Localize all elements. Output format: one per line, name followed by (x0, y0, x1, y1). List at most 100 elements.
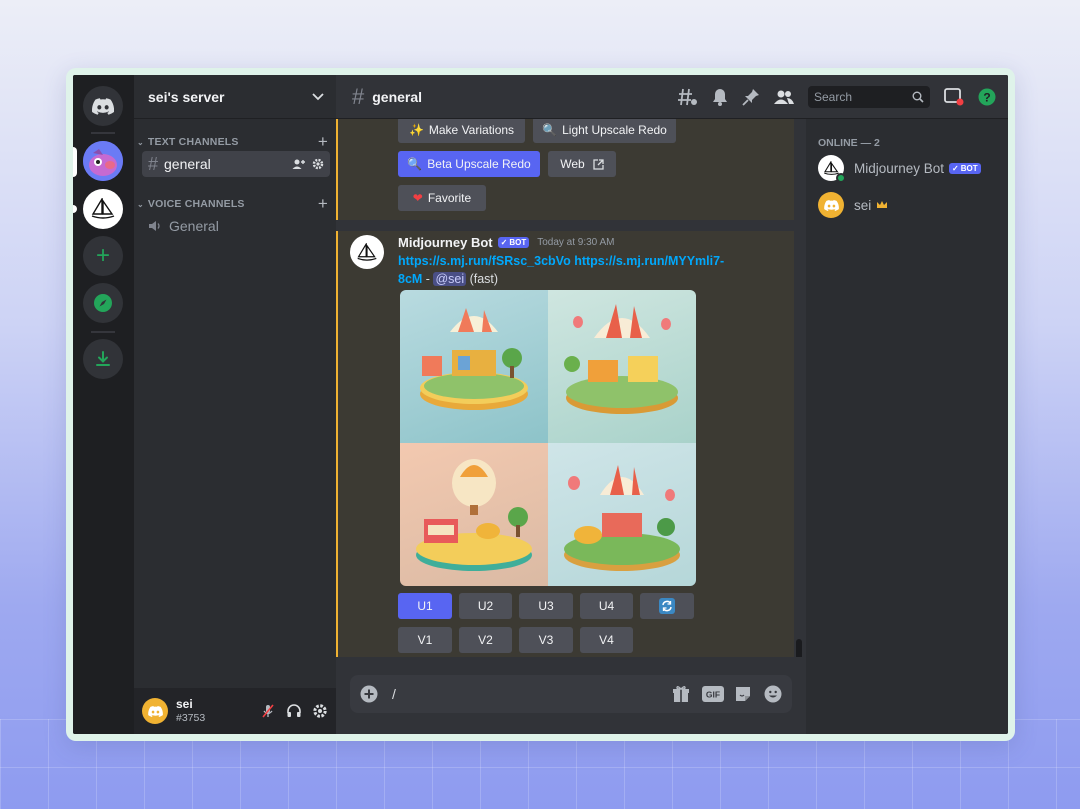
external-link-icon (593, 158, 604, 170)
online-status-icon (836, 173, 846, 183)
variation-3-button[interactable]: V3 (519, 627, 573, 653)
message-composer[interactable]: / GIF (350, 675, 792, 713)
user-info[interactable]: sei #3753 (176, 697, 260, 724)
light-upscale-redo-button[interactable]: 🔍 Light Upscale Redo (533, 119, 676, 143)
prompt-link-2[interactable]: https://s.mj.run/MYYmli7- (574, 254, 724, 268)
selected-server-pill (73, 147, 77, 177)
upscale-3-button[interactable]: U3 (519, 593, 573, 619)
image-quadrant-1 (400, 290, 548, 443)
magnifier-icon: 🔍 (542, 123, 558, 137)
svg-text:?: ? (983, 91, 990, 105)
search-placeholder: Search (814, 90, 853, 104)
user-tag: #3753 (176, 711, 206, 724)
channel-general[interactable]: # general (142, 151, 330, 177)
timestamp: Today at 9:30 AM (537, 237, 615, 248)
favorite-button[interactable]: ❤ Favorite (398, 185, 486, 211)
beta-upscale-redo-button[interactable]: 🔍 Beta Upscale Redo (398, 151, 540, 177)
gif-icon[interactable]: GIF (702, 686, 724, 702)
heart-icon: ❤ (412, 191, 423, 205)
message-header: Midjourney Bot ✓ BOT Today at 9:30 AM (398, 235, 614, 250)
image-quadrant-4 (548, 443, 696, 586)
category-voice-channels[interactable]: ⌄ VOICE CHANNELS + (134, 194, 336, 214)
bell-icon[interactable] (712, 88, 728, 106)
plus-icon: + (95, 242, 110, 269)
svg-text:GIF: GIF (706, 690, 720, 700)
pin-icon[interactable] (742, 88, 760, 106)
gear-icon[interactable] (312, 703, 328, 719)
user-mention[interactable]: @sei (433, 272, 467, 286)
download-icon (96, 351, 110, 366)
author-name[interactable]: Midjourney Bot (398, 235, 493, 250)
discord-logo-icon (92, 97, 114, 115)
variation-2-button[interactable]: V2 (459, 627, 512, 653)
window-frame: + sei's server ⌄ TEXT CHANNELS + # gener… (66, 68, 1015, 741)
message-input[interactable]: / (392, 686, 672, 702)
member-sei[interactable]: sei (818, 190, 888, 220)
create-channel-icon[interactable]: + (318, 132, 328, 152)
image-quadrant-2 (548, 290, 696, 443)
upscale-1-button[interactable]: U1 (398, 593, 452, 619)
server-icon-seis-server[interactable] (83, 141, 123, 181)
message-previous: ✨ Make Variations 🔍 Light Upscale Redo 🔍… (336, 119, 794, 220)
speaker-icon (149, 221, 160, 231)
channel-label: general (164, 156, 211, 172)
gear-icon[interactable] (312, 158, 324, 170)
member-group-header: ONLINE — 2 (818, 137, 880, 149)
category-label: VOICE CHANNELS (147, 198, 245, 210)
gift-icon[interactable] (672, 685, 690, 703)
server-header[interactable]: sei's server (134, 75, 336, 119)
message-content: https://s.mj.run/fSRsc_3cbVo https://s.m… (398, 252, 778, 288)
discord-home-button[interactable] (83, 86, 123, 126)
emoji-icon[interactable] (764, 685, 782, 703)
crown-icon (877, 201, 888, 208)
search-icon (912, 91, 924, 103)
mic-muted-icon[interactable] (260, 703, 276, 719)
variation-4-button[interactable]: V4 (580, 627, 633, 653)
members-icon[interactable] (774, 89, 794, 105)
category-text-channels[interactable]: ⌄ TEXT CHANNELS + (134, 132, 336, 152)
inbox-icon[interactable] (944, 88, 964, 106)
check-icon: ✓ (500, 238, 508, 247)
scrollbar[interactable] (796, 639, 802, 657)
bot-badge: ✓ BOT (949, 162, 981, 174)
sticker-icon[interactable] (734, 685, 752, 703)
search-input[interactable]: Search (808, 86, 930, 108)
hash-icon: # (148, 153, 159, 174)
server-name: sei's server (148, 88, 225, 105)
prompt-link-1[interactable]: https://s.mj.run/fSRsc_3cbVo (398, 254, 571, 268)
invite-icon[interactable] (292, 158, 306, 170)
sailboat-icon (91, 198, 115, 219)
web-link-button[interactable]: Web (548, 151, 616, 177)
prompt-link-2-cont[interactable]: 8cM (398, 272, 422, 286)
explore-servers-button[interactable] (83, 283, 123, 323)
upscale-4-button[interactable]: U4 (580, 593, 633, 619)
add-attachment-icon[interactable] (360, 685, 378, 703)
reroll-button[interactable] (640, 593, 694, 619)
help-icon[interactable]: ? (978, 88, 996, 106)
refresh-icon (659, 598, 675, 614)
headphones-icon[interactable] (286, 703, 302, 719)
upscale-2-button[interactable]: U2 (459, 593, 512, 619)
channel-sidebar: sei's server ⌄TEXT CHANNELS + # general (134, 75, 336, 734)
generated-image-grid[interactable] (400, 290, 696, 586)
server-icon-midjourney[interactable] (83, 189, 123, 229)
message-midjourney: Midjourney Bot ✓ BOT Today at 9:30 AM htt… (336, 231, 794, 657)
variation-1-button[interactable]: V1 (398, 627, 452, 653)
check-icon: ✓ (952, 163, 959, 173)
avatar (818, 192, 844, 218)
avatar[interactable] (350, 235, 384, 269)
member-name: Midjourney Bot (854, 160, 945, 176)
rail-separator (91, 132, 115, 134)
rail-separator (91, 331, 115, 333)
carnival-scene-illustration (564, 465, 680, 571)
member-midjourney-bot[interactable]: Midjourney Bot ✓ BOT (818, 153, 981, 183)
bot-badge: ✓ BOT (497, 237, 530, 248)
voice-channel-general[interactable]: General (142, 213, 330, 239)
download-apps-button[interactable] (83, 339, 123, 379)
header-toolbar: Search ? (678, 75, 996, 119)
add-server-button[interactable]: + (83, 236, 123, 276)
create-channel-icon[interactable]: + (318, 194, 328, 214)
avatar[interactable] (142, 698, 168, 724)
threads-icon[interactable] (678, 88, 698, 106)
make-variations-button[interactable]: ✨ Make Variations (398, 119, 525, 143)
